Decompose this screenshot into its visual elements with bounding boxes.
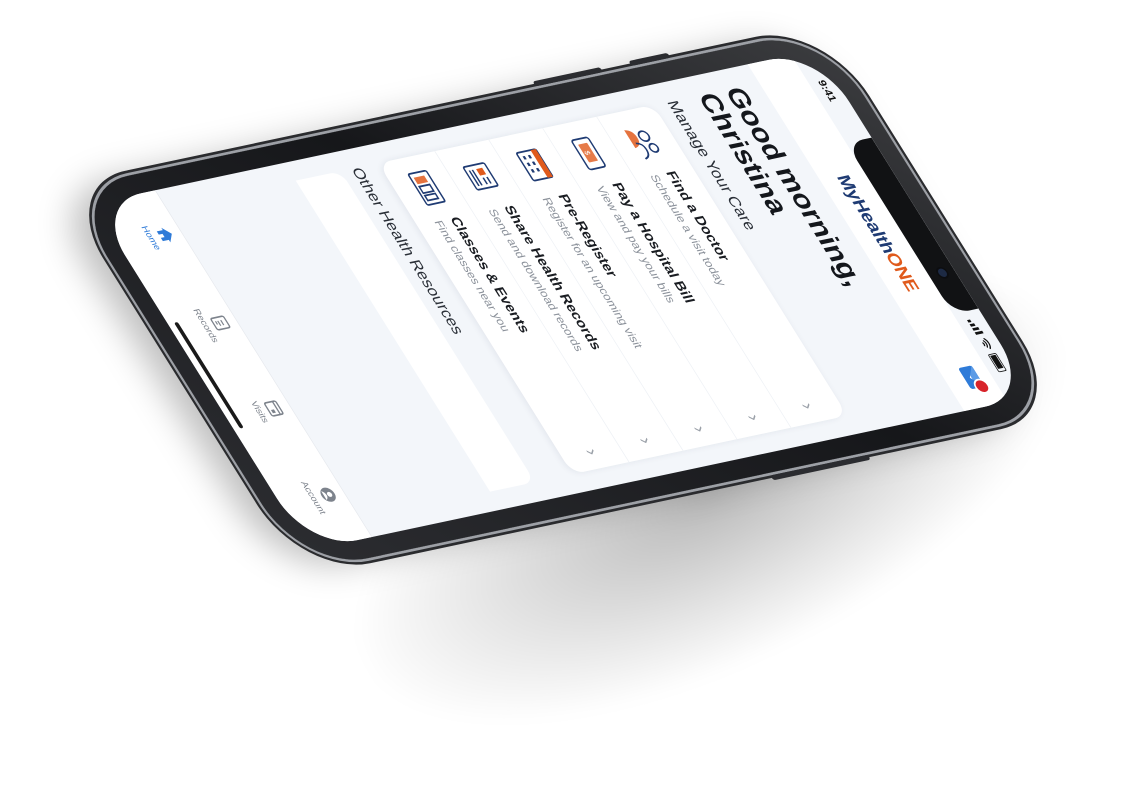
calendar-icon [516, 148, 554, 182]
notification-badge [970, 377, 994, 395]
doctors-icon [624, 130, 660, 160]
status-time: 9:41 [815, 78, 841, 103]
camera [936, 267, 949, 278]
wifi-icon [982, 338, 991, 350]
records-icon [462, 162, 499, 191]
battery-icon [987, 352, 1008, 373]
tab-records[interactable]: Records [163, 304, 239, 349]
tab-home[interactable]: Home [111, 221, 181, 257]
bill-icon: $ [571, 136, 606, 171]
tab-account[interactable]: Account [271, 477, 346, 521]
classes-icon [407, 169, 446, 206]
signal-icon [967, 319, 984, 335]
mail-icon[interactable] [957, 365, 994, 395]
silent-switch [628, 52, 671, 66]
volume-buttons [532, 67, 604, 87]
